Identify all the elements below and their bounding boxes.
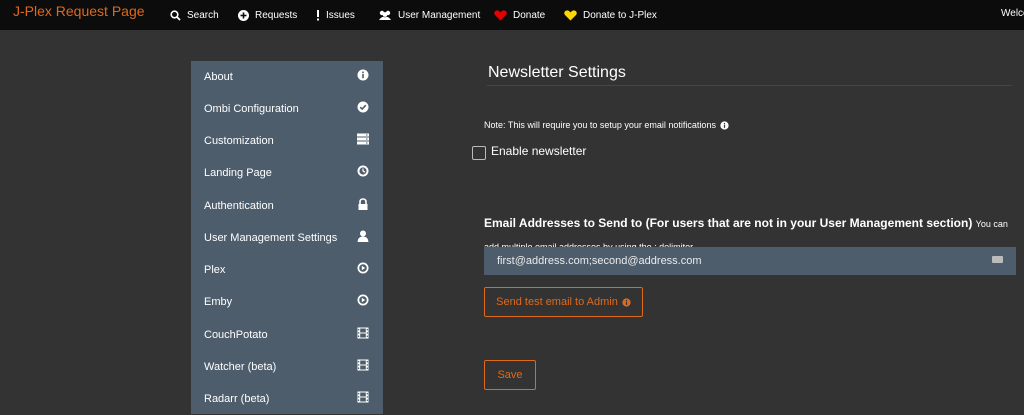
email-addresses-input[interactable]: first@address.com;second@address.com [484,247,1016,275]
film-icon [357,359,369,371]
nav-issues[interactable]: Issues [316,8,355,22]
sidebar-item-user-management-settings[interactable]: User Management Settings [191,222,383,254]
send-test-email-label: Send test email to Admin [496,296,618,308]
sidebar-item-label: Radarr (beta) [204,393,270,405]
sidebar-item-about[interactable]: About [191,61,383,93]
user-icon [357,230,369,242]
sidebar-item-couchpotato[interactable]: CouchPotato [191,319,383,351]
sidebar-item-label: User Management Settings [204,232,338,244]
top-navbar: J-Plex Request Page Search Requests Issu… [0,0,1024,30]
page-title: Newsletter Settings [488,64,626,81]
clock-icon [357,165,369,177]
server-icon [357,133,369,145]
sidebar-item-label: Emby [204,296,233,308]
sidebar-item-label: About [204,71,233,83]
sidebar-item-authentication[interactable]: Authentication [191,190,383,222]
enable-newsletter-checkbox[interactable] [472,146,486,160]
users-icon [378,10,392,21]
sidebar-item-radarr[interactable]: Radarr (beta) [191,383,383,415]
nav-donate-jplex-label: Donate to J-Plex [583,9,657,21]
check-circle-icon [357,101,369,113]
nav-user-management[interactable]: User Management [378,8,480,22]
nav-search-label: Search [187,9,219,21]
film-icon [357,391,369,403]
nav-requests[interactable]: Requests [238,8,297,22]
sidebar-item-ombi-configuration[interactable]: Ombi Configuration [191,93,383,125]
sidebar-item-customization[interactable]: Customization [191,125,383,157]
heart-icon [564,9,577,21]
info-circle-icon [357,69,369,81]
lock-icon [357,198,369,210]
sidebar-item-watcher[interactable]: Watcher (beta) [191,351,383,383]
search-icon [170,9,181,21]
nav-issues-label: Issues [326,9,355,21]
email-addresses-value: first@address.com;second@address.com [497,255,702,267]
nav-requests-label: Requests [255,9,298,21]
sidebar-item-label: CouchPotato [204,329,268,341]
send-test-email-button[interactable]: Send test email to Admin [484,287,643,317]
nav-donate-jplex[interactable]: Donate to J-Plex [564,8,657,22]
heart-icon [494,9,507,21]
info-circle-icon[interactable] [720,120,729,130]
title-divider [487,85,1012,86]
sidebar-item-landing-page[interactable]: Landing Page [191,157,383,189]
settings-sidebar: About Ombi Configuration Customization L… [191,61,383,414]
email-addresses-label-text: Email Addresses to Send to (For users th… [484,216,973,230]
nav-user-management-label: User Management [398,9,481,21]
welcome-menu[interactable]: Welco [1001,8,1024,19]
keyboard-icon [992,256,1003,263]
sidebar-item-label: Plex [204,264,226,276]
sidebar-item-label: Customization [204,135,274,147]
sidebar-item-label: Landing Page [204,167,272,179]
sidebar-item-label: Watcher (beta) [204,361,277,373]
brand-link[interactable]: J-Plex Request Page [13,3,145,19]
nav-donate-label: Donate [513,9,546,21]
play-circle-icon [357,294,369,306]
email-note: Note: This will require you to setup you… [484,120,729,130]
sidebar-item-label: Ombi Configuration [204,103,299,115]
sidebar-item-emby[interactable]: Emby [191,286,383,318]
film-icon [357,327,369,339]
enable-newsletter-label[interactable]: Enable newsletter [491,144,586,158]
sidebar-item-plex[interactable]: Plex [191,254,383,286]
plus-circle-icon [238,9,249,21]
info-circle-icon [622,297,631,307]
sidebar-item-label: Authentication [204,200,274,212]
save-button[interactable]: Save [484,360,536,390]
nav-donate[interactable]: Donate [494,8,545,22]
nav-search[interactable]: Search [170,8,219,22]
play-circle-icon [357,262,369,274]
email-note-text: Note: This will require you to setup you… [484,120,716,130]
exclamation-icon [316,9,320,21]
